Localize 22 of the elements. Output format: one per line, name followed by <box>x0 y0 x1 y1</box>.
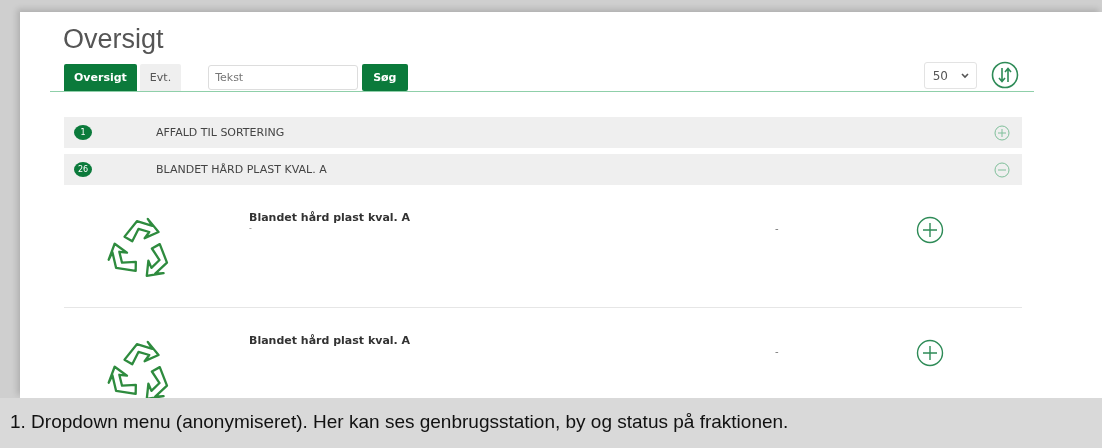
chevron-down-icon <box>960 71 970 80</box>
item-name: Blandet hård plast kval. A <box>249 334 412 347</box>
page-size-dropdown[interactable]: 50 <box>923 62 977 89</box>
search-field[interactable]: Tekst <box>208 65 359 90</box>
add-icon[interactable] <box>915 216 944 244</box>
item-value: - <box>775 346 779 357</box>
count-badge: 26 <box>74 162 92 177</box>
group-header[interactable]: 1 AFFALD TIL SORTERING <box>64 117 1022 148</box>
group-header[interactable]: 26 BLANDET HÅRD PLAST KVAL. A <box>64 154 1022 185</box>
item-value: - <box>775 223 779 234</box>
group-title: AFFALD TIL SORTERING <box>156 126 286 139</box>
item-name: Blandet hård plast kval. A <box>249 211 412 224</box>
caption: 1. Dropdown menu (anonymiseret). Her kan ses genbrugsstation, by og status på fraktionen. <box>0 398 1102 448</box>
tab[interactable]: Oversigt <box>64 64 137 91</box>
count-badge: 1 <box>74 125 92 140</box>
page-title: Oversigt <box>63 24 165 55</box>
group-title: BLANDET HÅRD PLAST KVAL. A <box>156 163 328 176</box>
sort-icon[interactable] <box>991 61 1019 89</box>
item-detail: - <box>249 224 253 233</box>
add-icon[interactable] <box>915 339 944 367</box>
tab[interactable]: Evt. <box>139 64 182 91</box>
search-button[interactable]: Søg <box>362 64 408 91</box>
